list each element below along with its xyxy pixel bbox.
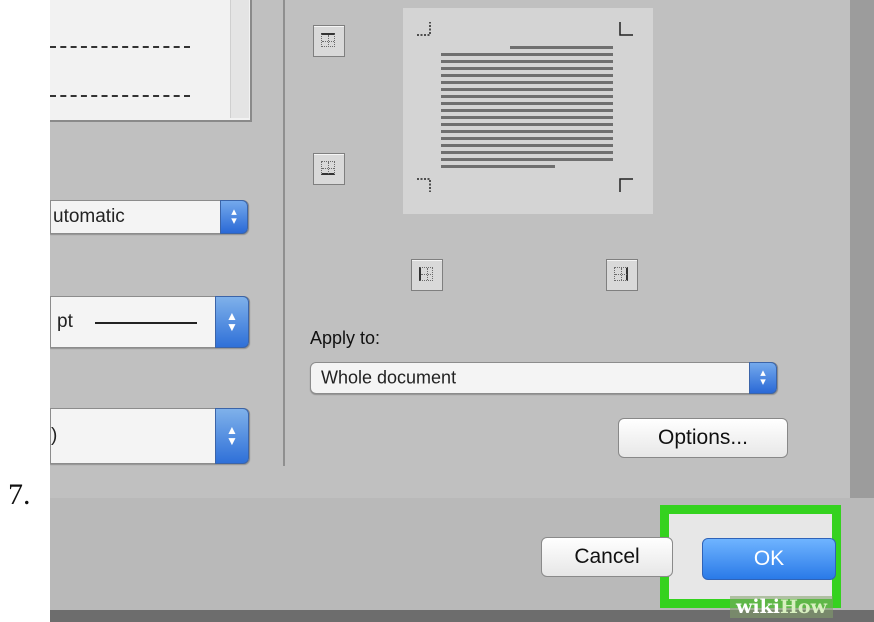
dashed-line-style[interactable] <box>50 46 190 48</box>
border-preview[interactable] <box>403 8 653 214</box>
corner-mark-bottom-left <box>417 178 431 192</box>
width-popup-value: pt <box>57 311 73 332</box>
corner-mark-top-right <box>619 22 633 36</box>
line-style-list[interactable] <box>50 0 252 122</box>
apply-to-label: Apply to: <box>310 328 381 348</box>
apply-to-popup[interactable]: Whole document ▴ ▾ <box>310 362 778 394</box>
corner-mark-bottom-right <box>619 178 633 192</box>
dialog-content: utomatic ▴ ▾ pt ▲ ▼ ) ▲ ▼ Apply to: Whol… <box>50 0 850 498</box>
apply-to-arrows-icon[interactable]: ▴ ▾ <box>749 362 777 394</box>
dash-dot-line-style[interactable] <box>50 95 190 97</box>
left-border-icon[interactable] <box>411 259 443 291</box>
right-border-icon[interactable] <box>606 259 638 291</box>
column-divider <box>283 0 285 466</box>
wikihow-watermark: wikiHow <box>730 596 833 618</box>
window-edge <box>850 0 874 498</box>
borders-and-shading-dialog: utomatic ▴ ▾ pt ▲ ▼ ) ▲ ▼ Apply to: Whol… <box>50 0 874 622</box>
width-popup[interactable]: pt ▲ ▼ <box>50 296 250 348</box>
ok-button[interactable]: OK <box>702 538 836 580</box>
preview-text-lines <box>441 46 613 172</box>
art-popup-value: ) <box>51 425 58 446</box>
top-border-icon[interactable] <box>313 25 345 57</box>
bottom-border-icon[interactable] <box>313 153 345 185</box>
art-popup-arrows-icon[interactable]: ▲ ▼ <box>215 408 249 464</box>
color-popup-arrows-icon[interactable]: ▴ ▾ <box>220 200 248 234</box>
apply-to-value: Whole document <box>321 367 457 388</box>
line-style-scrollbar[interactable] <box>230 0 249 118</box>
art-popup[interactable]: ) ▲ ▼ <box>50 408 250 464</box>
options-button[interactable]: Options... <box>618 418 788 458</box>
line-width-sample <box>95 322 197 324</box>
cancel-button[interactable]: Cancel <box>541 537 673 577</box>
corner-mark-top-left <box>417 22 431 36</box>
color-popup-value: utomatic <box>53 206 125 227</box>
step-number: 7. <box>8 478 31 511</box>
width-popup-arrows-icon[interactable]: ▲ ▼ <box>215 296 249 348</box>
color-popup[interactable]: utomatic ▴ ▾ <box>50 200 249 234</box>
watermark-wiki: wiki <box>736 596 780 618</box>
watermark-how: How <box>779 596 827 618</box>
